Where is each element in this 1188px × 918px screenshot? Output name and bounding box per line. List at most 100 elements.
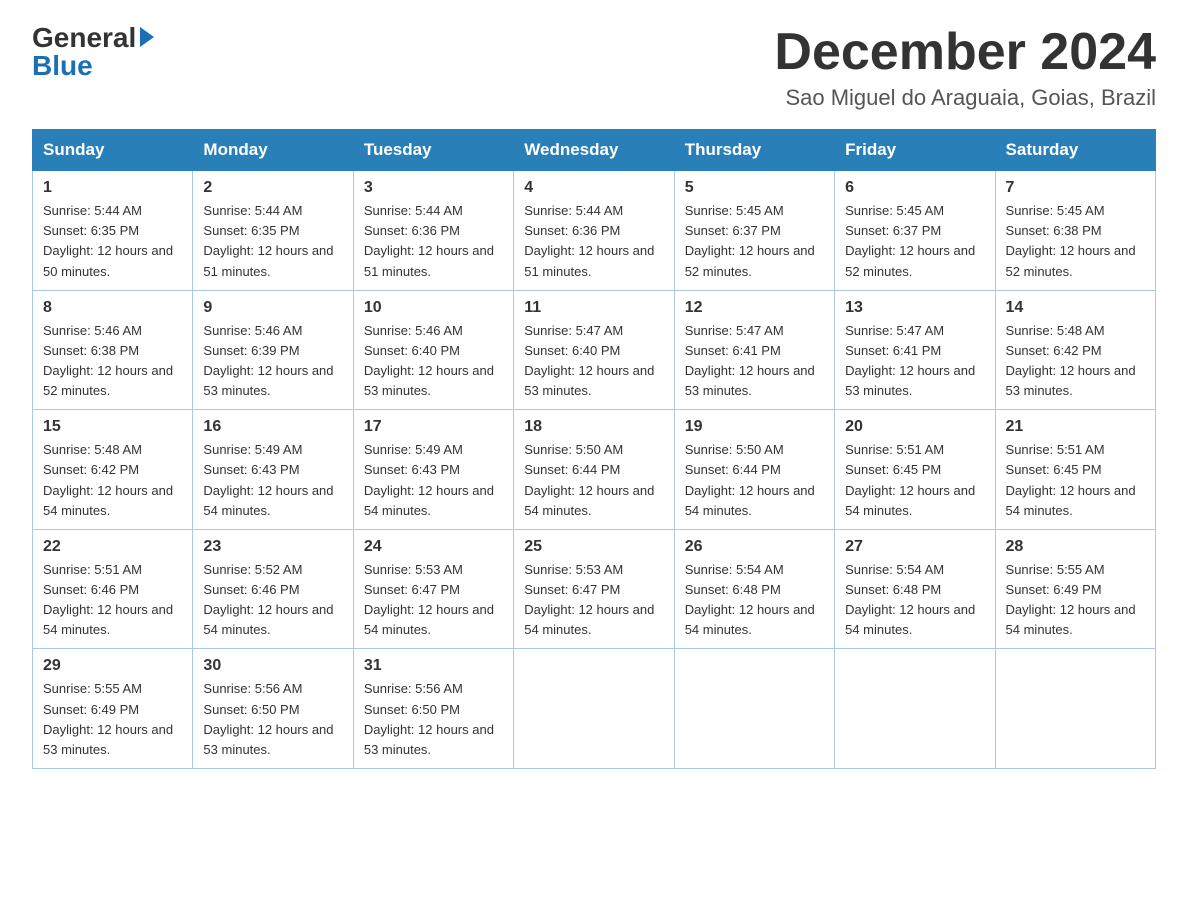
day-info: Sunrise: 5:56 AMSunset: 6:50 PMDaylight:… [203, 679, 342, 760]
calendar-table: SundayMondayTuesdayWednesdayThursdayFrid… [32, 129, 1156, 769]
day-number: 13 [845, 299, 984, 317]
calendar-day-cell: 16Sunrise: 5:49 AMSunset: 6:43 PMDayligh… [193, 410, 353, 530]
day-number: 11 [524, 299, 663, 317]
day-number: 25 [524, 538, 663, 556]
day-number: 2 [203, 179, 342, 197]
weekday-header-sunday: Sunday [33, 130, 193, 171]
calendar-day-cell: 20 Sunrise: 5:51 AMSunset: 6:45 PMDayligh… [835, 410, 995, 530]
day-number: 21 [1006, 418, 1145, 436]
day-info: Sunrise: 5:46 AMSunset: 6:40 PMDaylight:… [364, 321, 503, 402]
calendar-day-cell [674, 649, 834, 769]
calendar-week-row: 8 Sunrise: 5:46 AMSunset: 6:38 PMDaylight… [33, 290, 1156, 410]
day-number: 9 [203, 299, 342, 317]
calendar-day-cell: 6 Sunrise: 5:45 AMSunset: 6:37 PMDaylight… [835, 171, 995, 291]
day-number: 27 [845, 538, 984, 556]
month-title: December 2024 [774, 24, 1156, 81]
day-info: Sunrise: 5:50 AMSunset: 6:44 PMDaylight:… [685, 440, 824, 521]
calendar-day-cell: 24 Sunrise: 5:53 AMSunset: 6:47 PMDayligh… [353, 529, 513, 649]
day-number: 4 [524, 179, 663, 197]
calendar-day-cell: 5 Sunrise: 5:45 AMSunset: 6:37 PMDaylight… [674, 171, 834, 291]
calendar-day-cell: 23 Sunrise: 5:52 AMSunset: 6:46 PMDayligh… [193, 529, 353, 649]
day-info: Sunrise: 5:53 AMSunset: 6:47 PMDaylight:… [364, 560, 503, 641]
day-number: 24 [364, 538, 503, 556]
day-number: 28 [1006, 538, 1145, 556]
day-number: 31 [364, 657, 503, 675]
calendar-day-cell: 26 Sunrise: 5:54 AMSunset: 6:48 PMDayligh… [674, 529, 834, 649]
location-title: Sao Miguel do Araguaia, Goias, Brazil [774, 85, 1156, 111]
calendar-day-cell: 31 Sunrise: 5:56 AMSunset: 6:50 PMDayligh… [353, 649, 513, 769]
calendar-day-cell: 17Sunrise: 5:49 AMSunset: 6:43 PMDayligh… [353, 410, 513, 530]
day-number: 19 [685, 418, 824, 436]
calendar-week-row: 22Sunrise: 5:51 AMSunset: 6:46 PMDayligh… [33, 529, 1156, 649]
day-info: Sunrise: 5:53 AMSunset: 6:47 PMDaylight:… [524, 560, 663, 641]
day-number: 23 [203, 538, 342, 556]
weekday-header-saturday: Saturday [995, 130, 1155, 171]
day-info: Sunrise: 5:45 AMSunset: 6:37 PMDaylight:… [685, 201, 824, 282]
day-info: Sunrise: 5:44 AMSunset: 6:36 PMDaylight:… [524, 201, 663, 282]
calendar-day-cell: 30 Sunrise: 5:56 AMSunset: 6:50 PMDayligh… [193, 649, 353, 769]
day-number: 1 [43, 179, 182, 197]
weekday-header-row: SundayMondayTuesdayWednesdayThursdayFrid… [33, 130, 1156, 171]
calendar-day-cell: 19 Sunrise: 5:50 AMSunset: 6:44 PMDayligh… [674, 410, 834, 530]
day-number: 8 [43, 299, 182, 317]
calendar-day-cell: 11 Sunrise: 5:47 AMSunset: 6:40 PMDayligh… [514, 290, 674, 410]
day-info: Sunrise: 5:49 AMSunset: 6:43 PMDaylight:… [203, 440, 342, 521]
day-number: 29 [43, 657, 182, 675]
day-info: Sunrise: 5:54 AMSunset: 6:48 PMDaylight:… [685, 560, 824, 641]
weekday-header-thursday: Thursday [674, 130, 834, 171]
weekday-header-tuesday: Tuesday [353, 130, 513, 171]
day-info: Sunrise: 5:46 AMSunset: 6:38 PMDaylight:… [43, 321, 182, 402]
calendar-day-cell [835, 649, 995, 769]
day-number: 3 [364, 179, 503, 197]
day-info: Sunrise: 5:55 AMSunset: 6:49 PMDaylight:… [1006, 560, 1145, 641]
title-section: December 2024 Sao Miguel do Araguaia, Go… [774, 24, 1156, 111]
weekday-header-wednesday: Wednesday [514, 130, 674, 171]
day-info: Sunrise: 5:47 AMSunset: 6:41 PMDaylight:… [845, 321, 984, 402]
calendar-day-cell [995, 649, 1155, 769]
calendar-day-cell: 15Sunrise: 5:48 AMSunset: 6:42 PMDayligh… [33, 410, 193, 530]
day-info: Sunrise: 5:44 AMSunset: 6:35 PMDaylight:… [43, 201, 182, 282]
day-info: Sunrise: 5:55 AMSunset: 6:49 PMDaylight:… [43, 679, 182, 760]
page-header: General Blue December 2024 Sao Miguel do… [32, 24, 1156, 111]
day-info: Sunrise: 5:51 AMSunset: 6:45 PMDaylight:… [845, 440, 984, 521]
day-info: Sunrise: 5:52 AMSunset: 6:46 PMDaylight:… [203, 560, 342, 641]
calendar-day-cell: 1 Sunrise: 5:44 AMSunset: 6:35 PMDaylight… [33, 171, 193, 291]
calendar-day-cell: 29 Sunrise: 5:55 AMSunset: 6:49 PMDayligh… [33, 649, 193, 769]
logo-general-text: General [32, 24, 136, 52]
day-number: 18 [524, 418, 663, 436]
day-info: Sunrise: 5:47 AMSunset: 6:40 PMDaylight:… [524, 321, 663, 402]
day-info: Sunrise: 5:45 AMSunset: 6:37 PMDaylight:… [845, 201, 984, 282]
calendar-day-cell: 28 Sunrise: 5:55 AMSunset: 6:49 PMDayligh… [995, 529, 1155, 649]
calendar-day-cell: 14 Sunrise: 5:48 AMSunset: 6:42 PMDayligh… [995, 290, 1155, 410]
day-info: Sunrise: 5:48 AMSunset: 6:42 PMDaylight:… [43, 440, 182, 521]
calendar-day-cell [514, 649, 674, 769]
day-info: Sunrise: 5:51 AMSunset: 6:45 PMDaylight:… [1006, 440, 1145, 521]
day-info: Sunrise: 5:44 AMSunset: 6:36 PMDaylight:… [364, 201, 503, 282]
calendar-day-cell: 21 Sunrise: 5:51 AMSunset: 6:45 PMDayligh… [995, 410, 1155, 530]
calendar-day-cell: 13 Sunrise: 5:47 AMSunset: 6:41 PMDayligh… [835, 290, 995, 410]
day-info: Sunrise: 5:56 AMSunset: 6:50 PMDaylight:… [364, 679, 503, 760]
day-info: Sunrise: 5:51 AMSunset: 6:46 PMDaylight:… [43, 560, 182, 641]
day-number: 6 [845, 179, 984, 197]
day-number: 26 [685, 538, 824, 556]
day-info: Sunrise: 5:46 AMSunset: 6:39 PMDaylight:… [203, 321, 342, 402]
day-info: Sunrise: 5:54 AMSunset: 6:48 PMDaylight:… [845, 560, 984, 641]
day-number: 7 [1006, 179, 1145, 197]
calendar-day-cell: 4 Sunrise: 5:44 AMSunset: 6:36 PMDaylight… [514, 171, 674, 291]
day-number: 5 [685, 179, 824, 197]
weekday-header-monday: Monday [193, 130, 353, 171]
day-info: Sunrise: 5:45 AMSunset: 6:38 PMDaylight:… [1006, 201, 1145, 282]
calendar-day-cell: 3 Sunrise: 5:44 AMSunset: 6:36 PMDaylight… [353, 171, 513, 291]
calendar-day-cell: 2Sunrise: 5:44 AMSunset: 6:35 PMDaylight… [193, 171, 353, 291]
day-number: 30 [203, 657, 342, 675]
calendar-week-row: 1 Sunrise: 5:44 AMSunset: 6:35 PMDaylight… [33, 171, 1156, 291]
calendar-week-row: 15Sunrise: 5:48 AMSunset: 6:42 PMDayligh… [33, 410, 1156, 530]
day-number: 14 [1006, 299, 1145, 317]
calendar-day-cell: 7 Sunrise: 5:45 AMSunset: 6:38 PMDaylight… [995, 171, 1155, 291]
calendar-day-cell: 10Sunrise: 5:46 AMSunset: 6:40 PMDayligh… [353, 290, 513, 410]
day-info: Sunrise: 5:48 AMSunset: 6:42 PMDaylight:… [1006, 321, 1145, 402]
day-number: 20 [845, 418, 984, 436]
day-number: 12 [685, 299, 824, 317]
day-info: Sunrise: 5:50 AMSunset: 6:44 PMDaylight:… [524, 440, 663, 521]
calendar-day-cell: 9 Sunrise: 5:46 AMSunset: 6:39 PMDaylight… [193, 290, 353, 410]
